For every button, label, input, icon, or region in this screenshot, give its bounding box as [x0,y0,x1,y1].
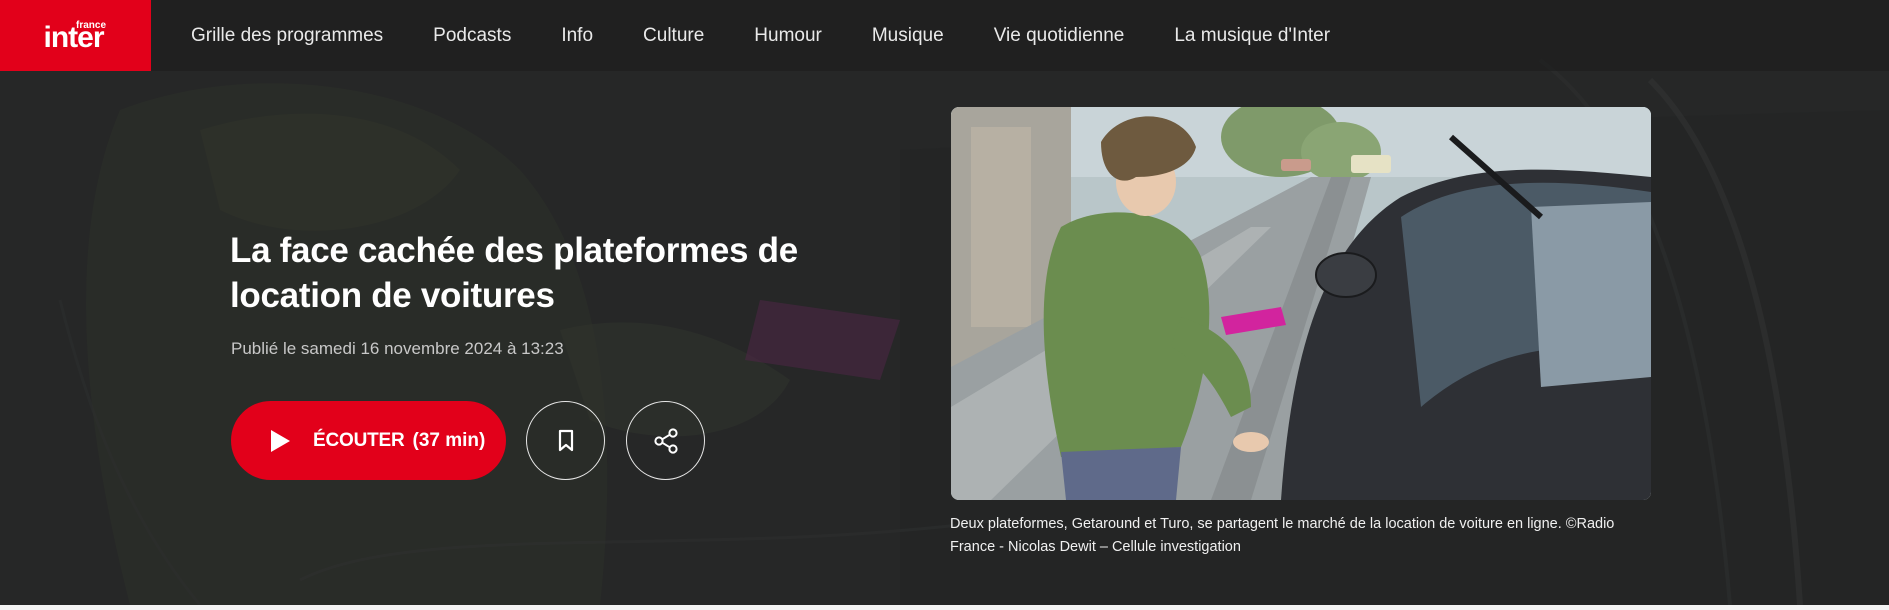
page-title: La face cachée des plateformes de locati… [230,231,798,315]
page: france inter Grille des programmes Podca… [0,0,1889,610]
play-icon [271,429,290,452]
bookmark-button[interactable] [526,401,605,480]
top-navigation: france inter Grille des programmes Podca… [0,0,1889,71]
share-button[interactable] [626,401,705,480]
logo-small-text: france [76,20,107,31]
nav-menu: Grille des programmes Podcasts Info Cult… [191,25,1380,47]
image-caption: Deux plateformes, Getaround et Turo, se … [950,516,1615,555]
listen-button-label: ÉCOUTER [313,429,405,451]
nav-item-podcasts[interactable]: Podcasts [433,25,511,47]
nav-item-culture[interactable]: Culture [643,25,704,47]
nav-item-musique[interactable]: Musique [872,25,944,47]
listen-button[interactable]: ÉCOUTER (37 min) [231,401,506,480]
share-icon [653,427,678,454]
nav-item-vie-quotidienne[interactable]: Vie quotidienne [994,25,1125,47]
article-illustration [951,107,1651,500]
listen-duration: (37 min) [412,429,486,451]
nav-item-la-musique-d-inter[interactable]: La musique d'Inter [1174,25,1330,47]
bookmark-icon [558,429,573,451]
page-bottom-edge [0,605,1889,610]
nav-item-grille-des-programmes[interactable]: Grille des programmes [191,25,383,47]
nav-item-humour[interactable]: Humour [754,25,822,47]
publication-date: Publié le samedi 16 novembre 2024 à 13:2… [231,339,564,358]
france-inter-logo[interactable]: france inter [0,0,151,71]
nav-item-info[interactable]: Info [561,25,593,47]
